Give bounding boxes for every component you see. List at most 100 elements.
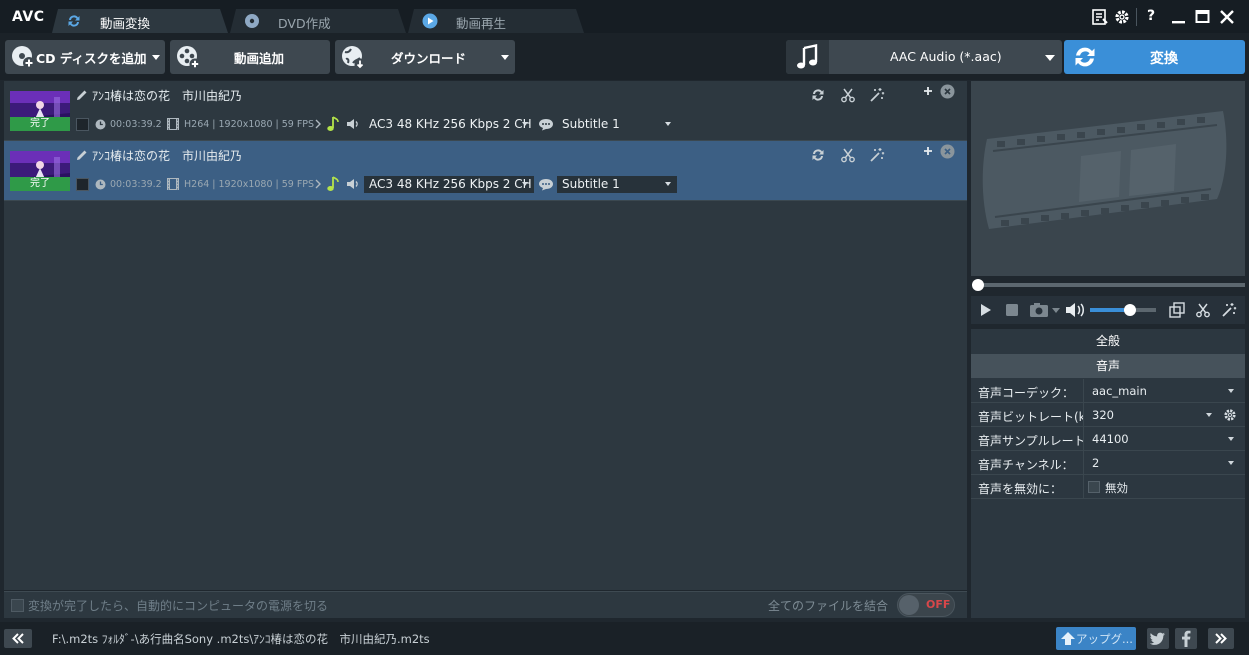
volume-icon[interactable] bbox=[1065, 302, 1087, 318]
file-title[interactable]: ｱﾝｺ椿は恋の花 市川由紀乃 bbox=[92, 147, 242, 164]
chevron-down-icon bbox=[1045, 55, 1055, 61]
stop-icon[interactable] bbox=[1005, 303, 1019, 317]
scissors-icon[interactable] bbox=[840, 87, 856, 103]
audio-track-value: AC3 48 KHz 256 Kbps 2 CH bbox=[369, 177, 532, 191]
add-cd-button[interactable]: CD ディスクを追加 bbox=[5, 40, 165, 74]
file-checkbox[interactable] bbox=[76, 118, 89, 131]
upload-arrow-icon bbox=[1061, 632, 1075, 645]
double-chevron-right-icon bbox=[1215, 633, 1227, 644]
gear-icon[interactable] bbox=[1222, 407, 1238, 423]
chevron-down-icon bbox=[1228, 461, 1234, 465]
tab-video-play[interactable]: 動画再生 bbox=[408, 9, 584, 33]
plus-icon[interactable] bbox=[922, 85, 934, 97]
play-icon bbox=[422, 13, 438, 29]
gear-icon[interactable] bbox=[1112, 7, 1132, 27]
scissors-icon[interactable] bbox=[1195, 302, 1211, 318]
maximize-icon[interactable] bbox=[1193, 7, 1213, 27]
magic-wand-icon[interactable] bbox=[1221, 302, 1237, 318]
volume-thumb[interactable] bbox=[1123, 304, 1136, 316]
pencil-icon[interactable] bbox=[76, 89, 88, 101]
chevron-right-icon bbox=[315, 119, 321, 129]
subtitle-select[interactable]: Subtitle 1 bbox=[557, 176, 677, 193]
convert-button[interactable]: 変換 bbox=[1064, 40, 1245, 74]
property-row[interactable]: 音声ビットレート(k 320 bbox=[971, 403, 1245, 427]
output-format-select[interactable]: AAC Audio (*.aac) bbox=[786, 40, 1062, 74]
add-video-button[interactable]: 動画追加 bbox=[170, 40, 330, 74]
close-icon[interactable] bbox=[940, 144, 955, 159]
magic-wand-icon[interactable] bbox=[869, 87, 885, 103]
video-info-text: H264 | 1920x1080 | 59 FPS bbox=[184, 179, 315, 190]
log-icon[interactable] bbox=[1090, 7, 1110, 27]
twitter-button[interactable] bbox=[1147, 628, 1169, 649]
file-title[interactable]: ｱﾝｺ椿は恋の花 市川由紀乃 bbox=[92, 87, 242, 104]
shutdown-checkbox[interactable] bbox=[11, 599, 24, 612]
tab-video-convert[interactable]: 動画変換 bbox=[52, 9, 228, 33]
property-row[interactable]: 音声サンプルレート 44100 bbox=[971, 427, 1245, 451]
file-row[interactable]: 完了 ｱﾝｺ椿は恋の花 市川由紀乃 00:03:39.2 H264 | 1920… bbox=[4, 141, 967, 201]
audio-track-select[interactable]: AC3 48 KHz 256 Kbps 2 CH bbox=[364, 176, 534, 193]
convert-label: 変換 bbox=[1150, 51, 1178, 67]
double-chevron-left-icon bbox=[12, 633, 24, 644]
chevron-down-icon bbox=[152, 55, 160, 60]
property-key: 音声コーデック： bbox=[978, 386, 1075, 400]
facebook-icon bbox=[1182, 630, 1191, 647]
subtitle-value: Subtitle 1 bbox=[562, 177, 620, 191]
duration-text: 00:03:39.2 bbox=[110, 119, 162, 130]
audio-track-select[interactable]: AC3 48 KHz 256 Kbps 2 CH bbox=[364, 116, 534, 133]
close-icon[interactable] bbox=[940, 84, 955, 99]
download-button[interactable]: ダウンロード bbox=[335, 40, 515, 74]
refresh-icon[interactable] bbox=[810, 147, 826, 163]
pencil-icon[interactable] bbox=[76, 149, 88, 161]
plus-icon[interactable] bbox=[922, 145, 934, 157]
video-info-text: H264 | 1920x1080 | 59 FPS bbox=[184, 119, 315, 130]
upgrade-button[interactable]: アップグ... bbox=[1056, 627, 1136, 650]
subtitle-select[interactable]: Subtitle 1 bbox=[557, 116, 677, 133]
download-label: ダウンロード bbox=[391, 51, 467, 66]
chevron-down-icon bbox=[1206, 413, 1212, 417]
toggle-state: OFF bbox=[926, 598, 951, 611]
camera-icon[interactable] bbox=[1029, 302, 1061, 318]
merge-toggle[interactable]: OFF bbox=[897, 593, 955, 617]
facebook-button[interactable] bbox=[1175, 628, 1197, 649]
property-divider bbox=[1083, 403, 1084, 427]
seek-track bbox=[975, 283, 1245, 287]
tab-general[interactable]: 全般 bbox=[971, 329, 1245, 353]
help-button[interactable]: ? bbox=[1147, 8, 1155, 24]
property-divider bbox=[1083, 475, 1084, 499]
music-note-icon bbox=[327, 116, 339, 131]
play-icon[interactable] bbox=[979, 303, 993, 317]
video-preview bbox=[971, 81, 1245, 276]
seek-thumb[interactable] bbox=[972, 279, 984, 291]
file-checkbox[interactable] bbox=[76, 178, 89, 191]
tab-audio[interactable]: 音声 bbox=[971, 354, 1245, 378]
disable-audio-checkbox[interactable] bbox=[1088, 481, 1100, 493]
status-badge: 完了 bbox=[10, 177, 70, 191]
tab-dvd-create[interactable]: DVD作成 bbox=[230, 9, 406, 33]
seek-bar[interactable] bbox=[971, 279, 1245, 291]
chevron-down-icon bbox=[1228, 389, 1234, 393]
property-key: 音声サンプルレート bbox=[978, 434, 1084, 448]
property-divider bbox=[1083, 451, 1084, 475]
refresh-icon bbox=[68, 15, 80, 27]
refresh-icon[interactable] bbox=[810, 87, 826, 103]
property-divider bbox=[1083, 427, 1084, 451]
property-value: 320 bbox=[1092, 408, 1114, 422]
scissors-icon[interactable] bbox=[840, 147, 856, 163]
file-row[interactable]: 完了 ｱﾝｺ椿は恋の花 市川由紀乃 00:03:39.2 H264 | 1920… bbox=[4, 81, 967, 141]
audio-track-value: AC3 48 KHz 256 Kbps 2 CH bbox=[369, 117, 532, 131]
property-row[interactable]: 音声を無効に： 無効 bbox=[971, 475, 1245, 499]
tab-label: DVD作成 bbox=[278, 16, 331, 31]
collapse-button[interactable] bbox=[4, 629, 32, 648]
minimize-icon[interactable] bbox=[1169, 7, 1189, 27]
volume-slider[interactable] bbox=[1090, 304, 1156, 316]
tab-label: 動画再生 bbox=[456, 16, 507, 31]
copy-window-icon[interactable] bbox=[1169, 302, 1185, 318]
expand-button[interactable] bbox=[1208, 628, 1234, 649]
duration-text: 00:03:39.2 bbox=[110, 179, 162, 190]
toggle-knob bbox=[899, 595, 919, 615]
magic-wand-icon[interactable] bbox=[869, 147, 885, 163]
upgrade-label: アップグ... bbox=[1076, 632, 1133, 646]
property-row[interactable]: 音声コーデック： aac_main bbox=[971, 379, 1245, 403]
close-icon[interactable] bbox=[1217, 7, 1237, 27]
property-row[interactable]: 音声チャンネル： 2 bbox=[971, 451, 1245, 475]
